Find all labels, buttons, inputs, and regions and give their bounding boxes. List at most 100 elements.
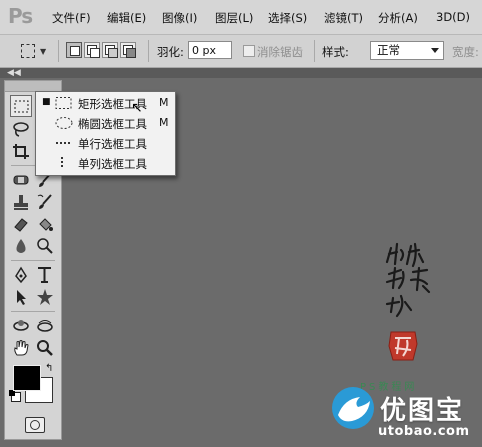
pen-tool[interactable] [10, 264, 32, 286]
width-label: 宽度: [452, 45, 479, 59]
menu-image[interactable]: 图像(I) [162, 10, 197, 26]
menu-analysis[interactable]: 分析(A) [378, 10, 418, 26]
rect-marquee-tool[interactable] [10, 95, 32, 117]
add-selection-icon-b [90, 48, 100, 58]
intersect-selection-icon-b [126, 48, 136, 58]
default-colors-icon[interactable] [9, 390, 21, 402]
flyout-label: 单行选框工具 [78, 137, 147, 151]
divider [11, 311, 55, 312]
app-logo: Ps [8, 4, 33, 28]
menu-bar: Ps 文件(F) 编辑(E) 图像(I) 图层(L) 选择(S) 滤镜(T) 分… [0, 0, 482, 35]
type-icon [38, 267, 51, 283]
shape-icon [37, 289, 53, 305]
paint-bucket-tool[interactable] [34, 213, 56, 235]
divider [148, 40, 149, 62]
collapse-panel-icon[interactable]: ◀◀ [7, 68, 21, 78]
zoom-tool[interactable] [34, 337, 56, 359]
hand-icon [14, 340, 29, 356]
chevron-down-icon [431, 48, 439, 53]
antialias-checkbox[interactable] [243, 45, 255, 57]
ellipse-marquee-icon [55, 117, 73, 129]
3d-rotate-tool[interactable] [10, 315, 32, 337]
panel-strip [0, 68, 482, 78]
stamp-icon [14, 195, 28, 210]
selected-bullet-icon: ■ [42, 97, 51, 107]
tool-preset-picker[interactable]: ▼ [16, 42, 48, 60]
crop-icon [13, 144, 29, 159]
options-bar: ▼ 羽化: 0 px 消除锯齿 样式: 正常 宽度: [0, 35, 482, 68]
single-column-marquee-icon [61, 157, 63, 169]
subtract-selection-icon-b [108, 48, 118, 58]
new-selection-icon [70, 46, 80, 56]
dodge-tool[interactable] [34, 235, 56, 257]
eraser-tool[interactable] [10, 213, 32, 235]
intersect-selection-button[interactable] [120, 42, 136, 58]
menu-edit[interactable]: 编辑(E) [107, 10, 146, 26]
brand-url: utobao.com [378, 424, 470, 439]
quick-mask-icon [30, 420, 40, 430]
crop-tool[interactable] [10, 141, 32, 163]
flyout-item-rect-marquee[interactable]: ■ 矩形选框工具 M [36, 93, 175, 113]
rect-marquee-icon [14, 100, 29, 113]
bandage-icon [13, 175, 29, 185]
red-seal-stamp [388, 331, 418, 361]
spot-healing-tool[interactable] [10, 169, 32, 191]
antialias-label: 消除锯齿 [257, 45, 303, 59]
marquee-icon [21, 44, 35, 58]
rect-marquee-icon [55, 97, 72, 109]
eraser-icon [14, 218, 28, 232]
style-label: 样式: [322, 45, 349, 59]
dodge-icon [37, 238, 53, 254]
history-brush-tool[interactable] [34, 191, 56, 213]
brand-name: 优图宝 [380, 396, 465, 426]
menu-layer[interactable]: 图层(L) [215, 10, 253, 26]
divider [314, 40, 315, 62]
flyout-item-ellipse-marquee[interactable]: 椭圆选框工具 M [36, 113, 175, 133]
marquee-tool-flyout: ■ 矩形选框工具 M 椭圆选框工具 M 单行选框工具 单列选框工具 [35, 91, 176, 176]
history-brush-icon [37, 194, 52, 209]
single-row-marquee-icon [56, 142, 72, 144]
flyout-item-single-column-marquee[interactable]: 单列选框工具 [36, 153, 175, 173]
new-selection-button[interactable] [66, 42, 82, 58]
foreground-color-swatch[interactable] [13, 365, 41, 391]
selection-mode-group [66, 42, 138, 60]
3d-orbit-tool[interactable] [34, 315, 56, 337]
3d-rotate-icon [13, 320, 29, 331]
divider [11, 260, 55, 261]
lasso-icon [13, 122, 29, 137]
add-to-selection-button[interactable] [84, 42, 100, 58]
menu-select[interactable]: 选择(S) [268, 10, 307, 26]
chevron-down-icon: ▼ [40, 47, 47, 56]
quick-mask-button[interactable] [25, 417, 45, 433]
subtract-selection-button[interactable] [102, 42, 118, 58]
magnifier-icon [37, 340, 53, 356]
custom-shape-tool[interactable] [34, 286, 56, 308]
style-select-value: 正常 [377, 43, 400, 57]
menu-3d[interactable]: 3D(D) [436, 10, 470, 24]
blur-tool[interactable] [10, 235, 32, 257]
flyout-item-single-row-marquee[interactable]: 单行选框工具 [36, 133, 175, 153]
arrow-cursor-icon [17, 290, 26, 305]
shortcut-key: M [159, 96, 169, 109]
divider [58, 40, 59, 62]
menu-file[interactable]: 文件(F) [52, 10, 91, 26]
menu-filter[interactable]: 滤镜(T) [324, 10, 363, 26]
blur-drop-icon [16, 239, 26, 253]
shortcut-key: M [159, 116, 169, 129]
flyout-label: 单列选框工具 [78, 157, 147, 171]
swap-colors-icon[interactable]: ↰ [45, 363, 53, 374]
mouse-cursor-icon: ↖ [131, 100, 143, 116]
path-selection-tool[interactable] [10, 286, 32, 308]
bucket-icon [39, 218, 53, 231]
bird-logo-icon [332, 387, 374, 429]
pen-icon [15, 266, 27, 284]
hand-tool[interactable] [10, 337, 32, 359]
feather-input[interactable]: 0 px [188, 41, 232, 59]
clone-stamp-tool[interactable] [10, 191, 32, 213]
feather-label: 羽化: [157, 45, 184, 59]
lasso-tool[interactable] [10, 118, 32, 140]
style-select[interactable]: 正常 [370, 41, 444, 60]
3d-orbit-icon [37, 320, 53, 332]
flyout-label: 椭圆选框工具 [78, 117, 147, 131]
type-tool[interactable] [34, 264, 56, 286]
